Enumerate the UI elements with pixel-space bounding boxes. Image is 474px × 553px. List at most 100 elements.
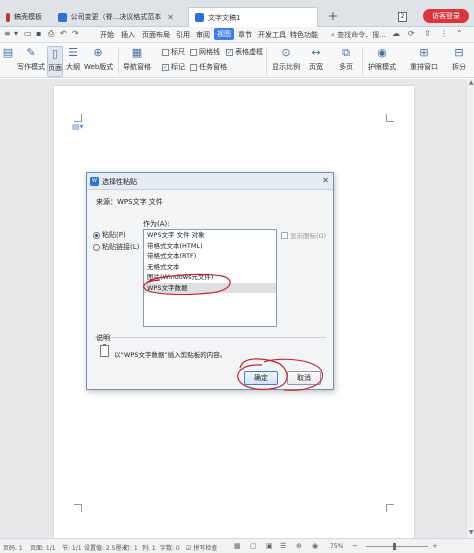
scroll-up-icon[interactable]: ▲ <box>467 79 474 86</box>
nav-pane-icon: ▦ <box>131 46 143 59</box>
track-changes-icon[interactable]: ▦ <box>234 542 241 550</box>
close-icon[interactable]: ✕ <box>322 176 329 185</box>
web-view-button[interactable]: ⊕ Web版式 <box>84 46 113 72</box>
page-view-button[interactable]: ▯ 页面 <box>47 46 63 77</box>
file-menu-icon[interactable]: ▾ <box>14 29 18 38</box>
new-tab-button[interactable]: + <box>328 9 338 23</box>
scroll-down-icon[interactable]: ▼ <box>467 529 474 536</box>
page-width-icon: ↔ <box>311 46 321 59</box>
paste-radio[interactable]: 粘贴(P) <box>93 230 126 240</box>
ok-button[interactable]: 确定 <box>244 371 278 385</box>
menu-view[interactable]: 视图 <box>214 28 234 40</box>
zoom-button[interactable]: ⊙ 显示比例 <box>270 46 302 72</box>
eye-icon: ◉ <box>377 46 387 59</box>
writing-mode-button[interactable]: ✎ 写作模式 <box>17 46 45 72</box>
rearrange-window-button[interactable]: ⊞ 重排窗口 <box>406 46 442 72</box>
zoom-slider-handle[interactable] <box>393 543 396 550</box>
more-icon[interactable]: ⋮ <box>440 29 448 38</box>
open-folder-icon[interactable]: ▭ <box>24 29 32 38</box>
menu-page-layout[interactable]: 页面布局 <box>142 30 170 40</box>
hamburger-menu-icon[interactable]: ≡ <box>4 29 11 38</box>
zoom-in-icon[interactable]: + <box>432 542 438 550</box>
menu-references[interactable]: 引用 <box>176 30 190 40</box>
multi-page-icon: ⧉ <box>342 46 350 59</box>
visitor-login-button[interactable]: 访客登录 <box>423 9 469 23</box>
paste-link-radio[interactable]: 粘贴链接(L) <box>93 242 139 252</box>
cancel-button[interactable]: 取消 <box>287 371 321 385</box>
show-as-icon-label: 显示图标(D) <box>290 232 327 240</box>
paste-options-icon[interactable]: ▤▾ <box>72 122 84 131</box>
page-width-button[interactable]: ↔ 页宽 <box>306 46 326 72</box>
menu-review[interactable]: 审阅 <box>196 30 210 40</box>
list-item[interactable]: 带格式文本(RTF) <box>144 251 276 262</box>
status-pages: 页面: 1/1 <box>30 545 56 552</box>
page-view-icon[interactable]: ▣ <box>266 542 273 550</box>
collapse-ribbon-icon[interactable]: ⌃ <box>456 29 463 38</box>
multi-page-label: 多页 <box>339 63 353 71</box>
page-count-badge[interactable]: 2 <box>398 12 407 22</box>
rearrange-window-label: 重排窗口 <box>410 63 438 71</box>
list-item[interactable]: WPS文字 文件 对象 <box>144 230 276 241</box>
undo-icon[interactable]: ↶ <box>60 29 67 38</box>
split-button[interactable]: ⊟ 拆分 <box>448 46 470 72</box>
paste-format-list[interactable]: WPS文字 文件 对象 带格式文本(HTML) 带格式文本(RTF) 无格式文本… <box>143 229 277 327</box>
spell-check-toggle[interactable]: ☑ 拼写检查 <box>186 543 217 552</box>
zoom-slider-track[interactable] <box>366 546 428 547</box>
menu-insert[interactable]: 插入 <box>121 30 135 40</box>
status-row: 行: 1 <box>124 545 138 552</box>
ruler-checkbox[interactable]: 标尺 <box>162 47 185 57</box>
rearrange-icon: ⊞ <box>419 46 429 59</box>
eye-protection-button[interactable]: ◉ 护眼模式 <box>366 46 398 72</box>
gridlines-checkbox[interactable]: 网格线 <box>190 47 220 57</box>
print-icon[interactable]: ⎙ <box>48 29 54 39</box>
vertical-scrollbar[interactable]: ▲ ▼ <box>466 79 474 538</box>
web-view-icon[interactable]: ⊕ <box>296 542 302 550</box>
page-icon: ▯ <box>51 47 59 60</box>
menu-bar: ≡ ▾ ▭ ▪ ⎙ ↶ ↷ 开始 插入 页面布局 引用 审阅 视图 章节 开发工… <box>0 27 474 43</box>
menu-developer[interactable]: 开发工具 <box>258 30 286 40</box>
list-item-selected[interactable]: WPS文字数据 <box>144 282 276 293</box>
zoom-out-icon[interactable]: − <box>352 542 358 550</box>
eye-protection-icon[interactable]: ◉ <box>312 542 318 550</box>
navigation-pane-label: 导航窗格 <box>123 63 151 71</box>
navigation-pane-button[interactable]: ▦ 导航窗格 <box>121 46 153 72</box>
tab-document-3[interactable]: 文字文稿1 <box>188 7 318 27</box>
cloud-icon[interactable]: ☁ <box>392 29 400 38</box>
dialog-title: 选择性粘贴 <box>102 178 137 186</box>
list-item[interactable]: 带格式文本(HTML) <box>144 241 276 252</box>
multi-page-button[interactable]: ⧉ 多页 <box>336 46 356 72</box>
tab-document-1[interactable]: 稿壳模板 <box>0 7 48 27</box>
reading-view-icon[interactable]: ▢ <box>250 542 257 550</box>
tab-label: 文字文稿1 <box>208 13 241 22</box>
tab-document-2[interactable]: 公司变更（脊...决议格式范本 ✕ <box>52 7 180 27</box>
save-icon[interactable]: ▪ <box>36 29 41 38</box>
outline-view-button[interactable]: ☰ 大纲 <box>65 46 81 72</box>
share-icon[interactable]: ⇪ <box>424 29 431 38</box>
checkbox-box <box>190 63 197 71</box>
show-as-icon-checkbox[interactable]: 显示图标(D) <box>281 230 326 240</box>
description-label: 说明 <box>96 334 110 342</box>
command-search[interactable]: ⌕ 查找命令、搜... <box>331 30 386 40</box>
status-words: 字数: 0 <box>160 545 180 552</box>
zoom-icon: ⊙ <box>281 46 291 59</box>
menu-special[interactable]: 特色功能 <box>290 30 318 40</box>
menu-chapter[interactable]: 章节 <box>238 30 252 40</box>
layout-partial-button[interactable]: ▤ <box>2 46 14 62</box>
menu-start[interactable]: 开始 <box>100 30 114 40</box>
sync-icon[interactable]: ⟳ <box>408 29 415 38</box>
eye-protection-label: 护眼模式 <box>368 63 396 71</box>
markup-checkbox[interactable]: ✓ 标记 <box>162 62 185 72</box>
redo-icon[interactable]: ↷ <box>72 29 79 38</box>
table-gridlines-checkbox[interactable]: ✓ 表格虚框 <box>226 47 263 57</box>
list-item[interactable]: 图片(Windows元文件) <box>144 272 276 283</box>
margin-corner-mark <box>74 504 82 512</box>
close-icon[interactable]: ✕ <box>167 13 174 22</box>
ribbon: ▤ ✎ 写作模式 ▯ 页面 ☰ 大纲 ⊕ Web版式 ▦ 导航窗格 标尺 ✓ 标记… <box>0 43 474 78</box>
ribbon-separator <box>266 47 267 75</box>
ruler-label: 标尺 <box>171 48 185 56</box>
task-pane-checkbox[interactable]: 任务窗格 <box>190 62 227 72</box>
outline-view-icon[interactable]: ☰ <box>280 542 286 550</box>
outline-view-label: 大纲 <box>66 63 80 71</box>
list-item[interactable]: 无格式文本 <box>144 262 276 273</box>
zoom-percentage[interactable]: 75% <box>330 543 343 550</box>
